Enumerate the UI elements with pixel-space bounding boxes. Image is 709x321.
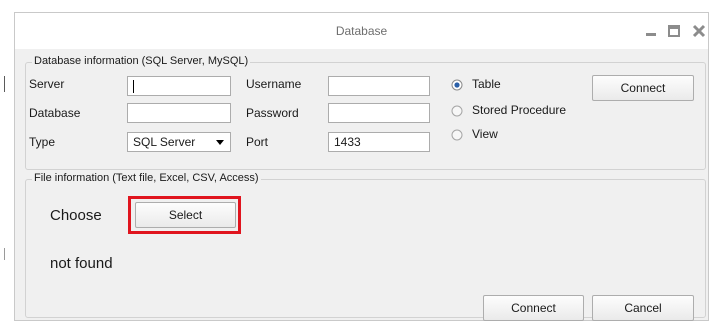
db-connect-button[interactable]: Connect <box>592 75 694 101</box>
port-label: Port <box>246 135 269 149</box>
username-input[interactable] <box>328 76 430 96</box>
chevron-down-icon <box>216 140 224 145</box>
maximize-icon[interactable] <box>666 23 682 39</box>
radio-table-label: Table <box>472 77 501 91</box>
database-dialog: Database Database information (SQL Serve… <box>14 12 709 321</box>
password-input[interactable] <box>328 103 430 123</box>
type-label: Type <box>29 135 56 149</box>
cancel-button[interactable]: Cancel <box>592 295 694 321</box>
radio-stored-procedure-label: Stored Procedure <box>472 103 567 117</box>
close-icon[interactable] <box>691 23 707 39</box>
choose-label: Choose <box>50 207 102 224</box>
file-info-legend: File information (Text file, Excel, CSV,… <box>32 172 261 184</box>
type-select[interactable]: SQL Server <box>127 132 231 152</box>
radio-unselected-icon <box>451 105 463 117</box>
password-label: Password <box>246 106 299 120</box>
radio-selected-icon <box>451 79 463 91</box>
server-input[interactable] <box>127 76 231 96</box>
database-info-legend: Database information (SQL Server, MySQL) <box>32 55 251 67</box>
server-label: Server <box>29 77 65 91</box>
radio-unselected-icon <box>451 129 463 141</box>
file-info-group: File information (Text file, Excel, CSV,… <box>25 172 706 321</box>
select-button[interactable]: Select <box>135 202 236 228</box>
username-label: Username <box>246 77 302 91</box>
background-edge-mark-lower <box>4 248 5 260</box>
background-edge-mark <box>4 76 5 92</box>
file-status-text: not found <box>50 255 113 272</box>
port-input-value: 1433 <box>334 135 361 149</box>
minimize-icon[interactable] <box>643 23 659 39</box>
footer-connect-button[interactable]: Connect <box>483 295 584 321</box>
database-label: Database <box>29 106 81 120</box>
title-bar: Database <box>15 13 708 49</box>
database-info-group: Database information (SQL Server, MySQL)… <box>25 55 706 170</box>
type-select-value: SQL Server <box>133 135 196 149</box>
radio-view-label: View <box>472 127 498 141</box>
window-title: Database <box>335 24 388 38</box>
database-input[interactable] <box>127 103 231 123</box>
port-input[interactable]: 1433 <box>328 132 430 152</box>
